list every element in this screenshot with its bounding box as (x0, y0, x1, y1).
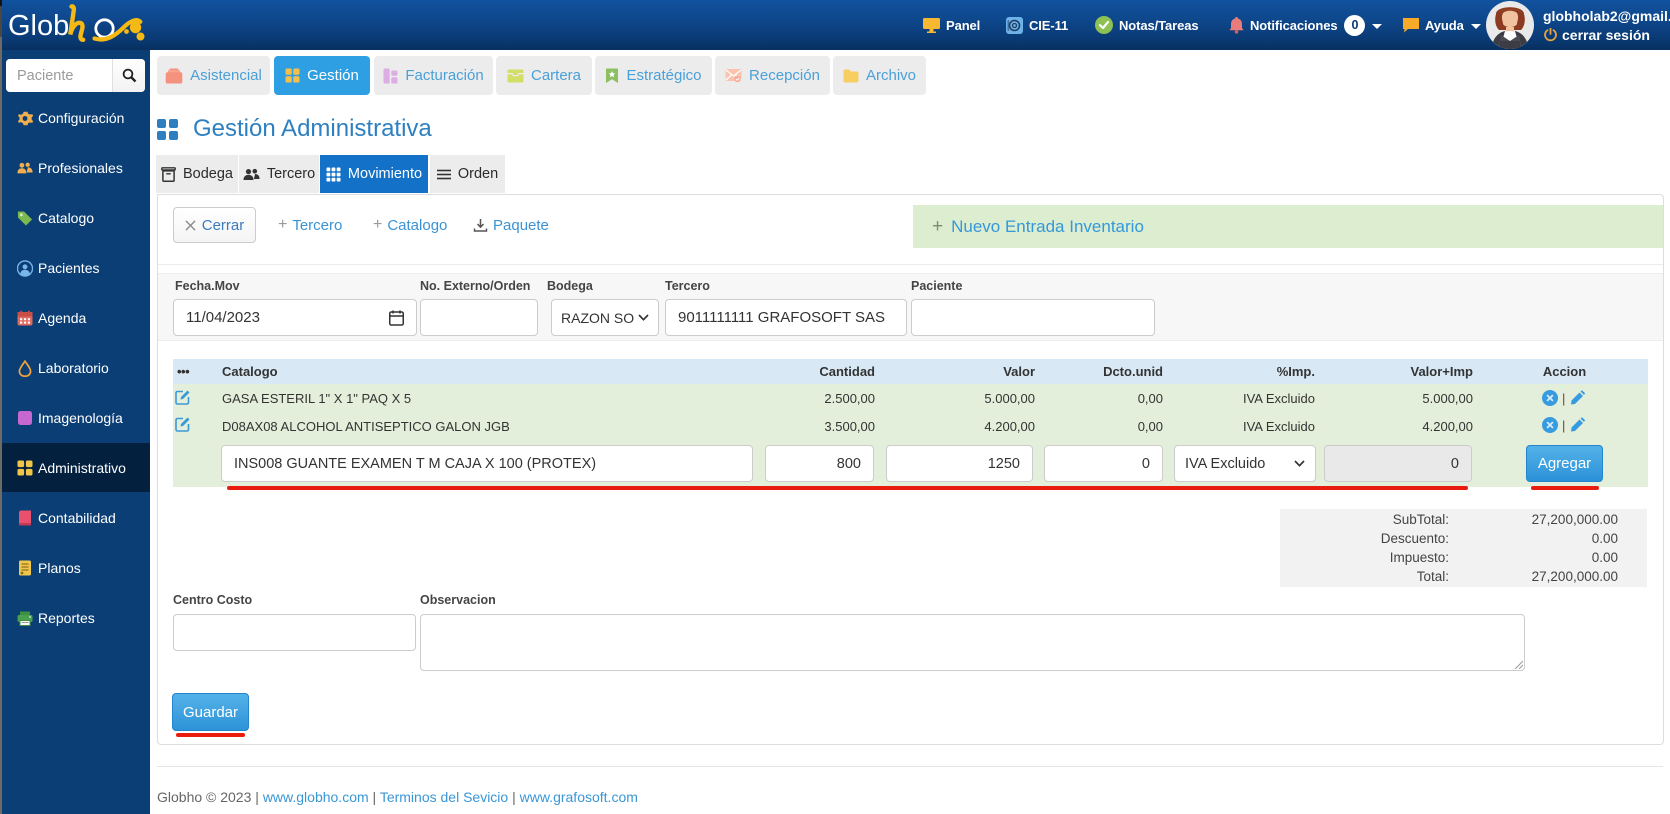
svg-text:Glob: Glob (8, 10, 69, 42)
